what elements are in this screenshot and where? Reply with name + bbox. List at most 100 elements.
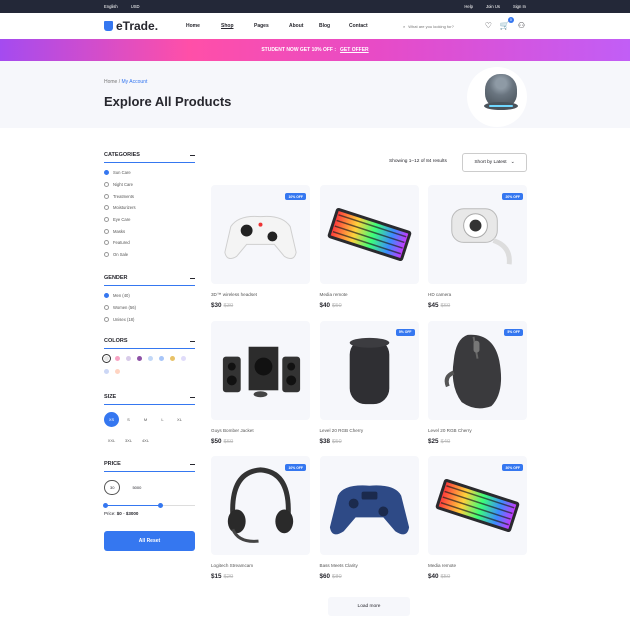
category-option[interactable]: Featured <box>104 237 195 249</box>
product-name[interactable]: Level 20 RGB Cherry <box>320 428 419 433</box>
product-card[interactable]: Guys Bomber Jacket $50 $60 <box>211 320 310 445</box>
product-price: $45 $60 <box>428 302 527 309</box>
reset-filters-button[interactable]: All Reset <box>104 531 195 551</box>
product-image[interactable] <box>319 185 419 284</box>
product-name[interactable]: Level 20 RGB Cherry <box>428 428 527 433</box>
color-swatch[interactable] <box>159 356 164 361</box>
product-image[interactable]: 10% OFF <box>211 456 310 555</box>
nav-contact[interactable]: Contact <box>349 23 368 29</box>
size-option[interactable]: 3XL <box>121 433 136 448</box>
product-card[interactable]: 10% OFF Logitech Streamcam $15 $20 <box>211 456 310 580</box>
category-option[interactable]: Masks <box>104 225 195 237</box>
product-name[interactable]: Guys Bomber Jacket <box>211 428 310 433</box>
category-option[interactable]: Sun Care <box>104 167 195 179</box>
search-input[interactable]: What are you looking for? <box>408 24 454 29</box>
color-swatch[interactable] <box>170 356 175 361</box>
currency-select[interactable]: USD <box>131 4 140 9</box>
product-image[interactable]: 5% OFF <box>428 320 527 420</box>
product-name[interactable]: Bass Meets Clarity <box>320 563 419 568</box>
price-min-input[interactable]: 30 <box>104 480 121 495</box>
size-option[interactable]: XXL <box>104 433 119 448</box>
color-swatch[interactable] <box>115 356 120 361</box>
promo-offer-link[interactable]: GET OFFER <box>340 47 369 53</box>
nav-home[interactable]: Home <box>186 23 200 29</box>
price-toggle[interactable]: PRICE <box>104 461 195 472</box>
color-swatch[interactable] <box>181 356 186 361</box>
product-image[interactable] <box>211 320 310 420</box>
product-name[interactable]: Media remote <box>428 563 527 568</box>
product-name[interactable]: 3D™ wireless headset <box>211 292 310 297</box>
product-card[interactable]: Media remote $40 $50 <box>319 185 419 309</box>
product-name[interactable]: Media remote <box>320 292 419 297</box>
category-option[interactable]: Night Care <box>104 179 195 191</box>
color-swatch[interactable] <box>137 356 142 361</box>
gender-option[interactable]: Women (56) <box>104 302 195 314</box>
product-price: $30 $30 <box>211 302 310 309</box>
gender-option[interactable]: Men (40) <box>104 290 195 302</box>
site-logo[interactable]: eTrade. <box>104 19 182 33</box>
current-price: $40 <box>428 573 439 580</box>
price-slider[interactable] <box>103 502 195 508</box>
size-option[interactable]: XL <box>172 412 187 427</box>
sort-label: Short by Latest <box>474 160 507 165</box>
cart-icon[interactable]: 🛒 0 <box>500 17 514 30</box>
product-image[interactable]: 5% OFF <box>319 320 419 420</box>
signin-link[interactable]: Sign In <box>513 4 526 9</box>
color-swatch[interactable] <box>104 369 109 374</box>
nav-shop[interactable]: Shop <box>221 23 234 29</box>
product-image[interactable]: 30% OFF <box>428 456 527 555</box>
colors-toggle[interactable]: COLORS <box>104 338 195 349</box>
page-hero: Home / My Account Explore All Products <box>0 61 630 128</box>
product-image[interactable] <box>319 456 419 555</box>
categories-toggle[interactable]: CATEGORIES <box>104 152 195 163</box>
language-select[interactable]: English <box>104 4 118 9</box>
product-image[interactable]: 20% OFF <box>428 185 527 284</box>
product-card[interactable]: 30% OFF Media remote $40 $50 <box>428 456 527 580</box>
size-option[interactable]: 4XL <box>138 433 153 448</box>
sort-select[interactable]: Short by Latest ⌄ <box>462 153 527 172</box>
price-max-input[interactable]: 5000 <box>126 480 147 495</box>
category-option[interactable]: Treatments <box>104 190 195 202</box>
product-card[interactable]: 5% OFF Level 20 RGB Cherry $25 $40 <box>428 320 527 445</box>
product-image[interactable]: 10% OFF <box>211 185 310 284</box>
color-swatch[interactable] <box>115 369 120 374</box>
price-title: PRICE <box>104 461 121 467</box>
category-option[interactable]: Moisturizers <box>104 202 195 214</box>
gender-toggle[interactable]: GENDER <box>104 275 195 286</box>
product-card[interactable]: 5% OFF Level 20 RGB Cherry $38 $50 <box>319 320 419 445</box>
user-icon[interactable]: ⚇ <box>518 21 525 30</box>
current-price: $15 <box>211 573 222 580</box>
color-swatch[interactable] <box>148 356 153 361</box>
search-box[interactable]: ⌕ What are you looking for? <box>403 20 475 32</box>
product-name[interactable]: Logitech Streamcam <box>211 563 310 568</box>
size-option[interactable]: M <box>138 412 153 427</box>
nav-blog[interactable]: Blog <box>319 23 330 29</box>
breadcrumb-home[interactable]: Home <box>104 79 117 85</box>
join-link[interactable]: Join Us <box>486 4 500 9</box>
color-swatch[interactable] <box>101 353 112 364</box>
product-name[interactable]: HD camera <box>428 292 527 297</box>
category-option[interactable]: Eye Care <box>104 214 195 226</box>
price-slider-min-handle[interactable] <box>103 503 108 508</box>
product-card[interactable]: 10% OFF 3D™ wireless headset $30 $30 <box>211 185 310 309</box>
color-swatch[interactable] <box>126 356 131 361</box>
discount-badge: 5% OFF <box>395 328 415 336</box>
discount-badge: 30% OFF <box>502 464 523 471</box>
nav-about[interactable]: About <box>289 23 303 29</box>
load-more-button[interactable]: Load more <box>328 597 410 616</box>
old-price: $80 <box>332 574 342 580</box>
product-card[interactable]: 20% OFF HD camera $45 $60 <box>428 185 527 309</box>
wishlist-icon[interactable]: ♡ <box>485 21 492 30</box>
category-option[interactable]: On Sale <box>104 249 195 261</box>
price-slider-max-handle[interactable] <box>158 503 163 508</box>
size-toggle[interactable]: SIZE <box>104 394 195 405</box>
help-link[interactable]: Help <box>464 4 473 9</box>
chevron-down-icon: ⌄ <box>510 160 515 165</box>
gender-option[interactable]: Unisex (18) <box>104 313 195 325</box>
size-option[interactable]: XS <box>104 412 119 427</box>
nav-pages[interactable]: Pages <box>254 23 269 29</box>
size-option[interactable]: L <box>155 412 170 427</box>
product-card[interactable]: Bass Meets Clarity $60 $80 <box>319 456 419 580</box>
collapse-icon <box>190 341 195 342</box>
size-option[interactable]: S <box>121 412 136 427</box>
